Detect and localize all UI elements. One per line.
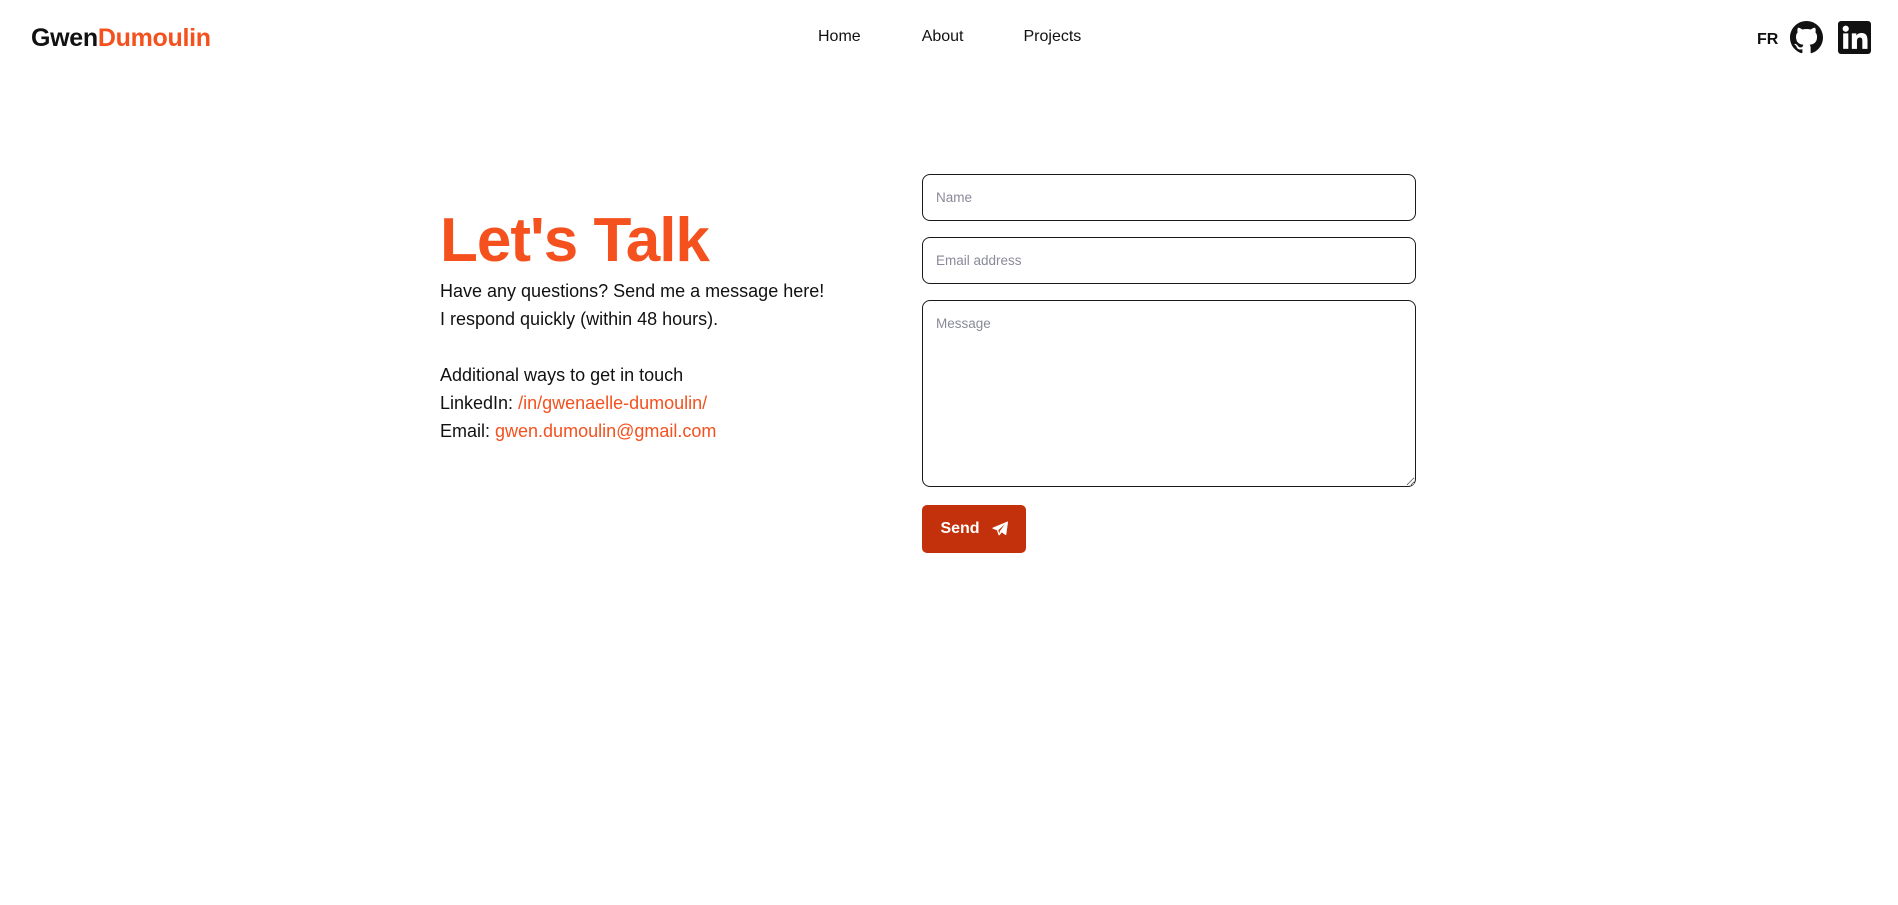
linkedin-label: LinkedIn: [440,393,519,413]
nav-projects-link[interactable]: Projects [1024,28,1082,46]
intro-line-2: I respond quickly (within 48 hours). [440,309,719,329]
linkedin-icon[interactable] [1838,21,1871,54]
email-link[interactable]: gwen.dumoulin@gmail.com [495,421,716,441]
send-button[interactable]: Send [922,505,1026,553]
send-button-label: Send [940,520,980,537]
additional-heading: Additional ways to get in touch [440,365,684,385]
site-logo[interactable]: GwenDumoulin [31,24,211,53]
main-nav: Home About Projects [818,28,1081,46]
linkedin-link[interactable]: /in/gwenaelle-dumoulin/ [518,393,707,413]
nav-about-link[interactable]: About [922,28,964,46]
page-title: Let's Talk [440,206,710,275]
site-header: GwenDumoulin Home About Projects FR [0,0,1898,78]
intro-line-1: Have any questions? Send me a message he… [440,281,825,301]
contact-form: Send [922,174,1416,553]
language-toggle[interactable]: FR [1757,31,1778,49]
logo-last-name: Dumoulin [97,24,211,52]
github-icon[interactable] [1790,21,1823,54]
nav-home-link[interactable]: Home [818,28,861,46]
linkedin-line: LinkedIn: /in/gwenaelle-dumoulin/ [440,389,860,417]
email-input[interactable] [922,237,1416,284]
message-input[interactable] [922,300,1416,487]
contact-info: Let's Talk Have any questions? Send me a… [440,205,860,445]
paper-plane-icon [991,521,1008,536]
email-label: Email: [440,421,496,441]
logo-first-name: Gwen [31,24,98,52]
name-input[interactable] [922,174,1416,221]
email-line: Email: gwen.dumoulin@gmail.com [440,417,860,445]
